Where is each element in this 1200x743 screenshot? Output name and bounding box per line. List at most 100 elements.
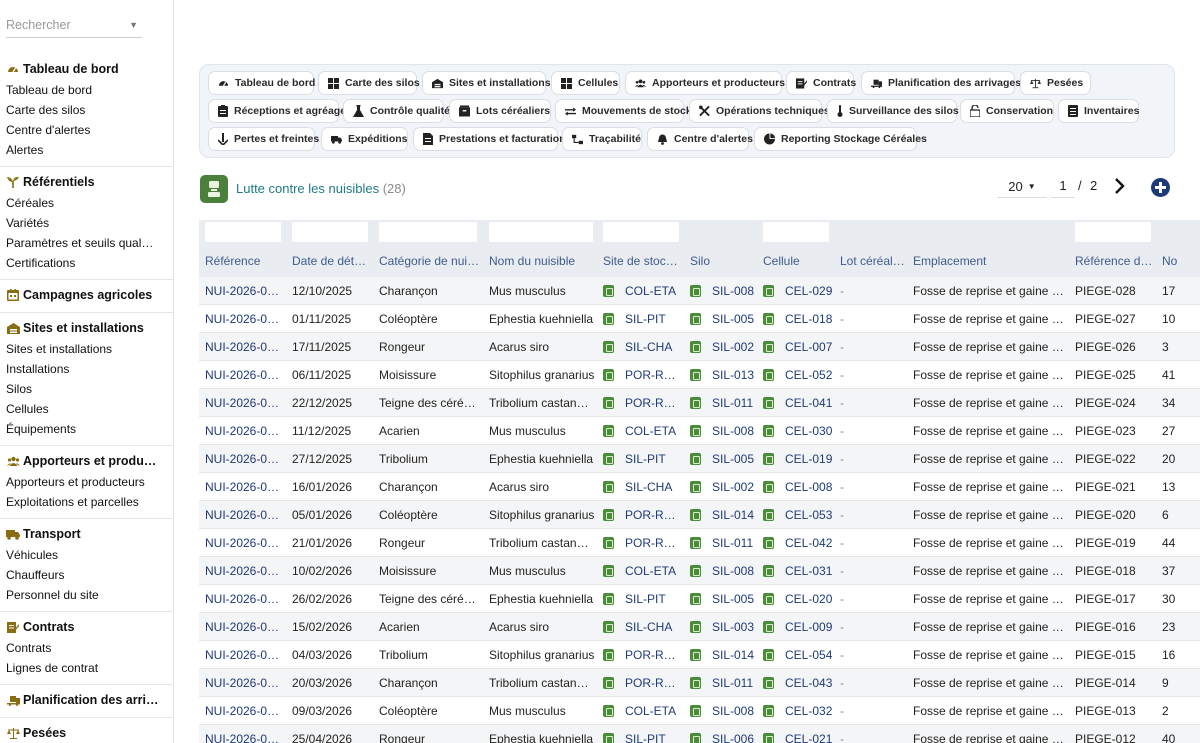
table-cell[interactable]: SIL-PIT (625, 312, 681, 326)
nav-group-header[interactable]: Sites et installations (0, 317, 173, 339)
column-filter-input[interactable] (205, 222, 281, 242)
nav-group-header[interactable]: Contrats (0, 616, 173, 638)
table-cell[interactable]: CEL-043 (785, 676, 833, 690)
table-cell[interactable]: CEL-018 (785, 312, 833, 326)
sidebar-item[interactable]: Personnel du site (0, 585, 173, 605)
sidebar-item[interactable]: Véhicules (0, 545, 173, 565)
column-filter-input[interactable] (1075, 222, 1151, 242)
sidebar-item[interactable]: Paramètres et seuils qual… (0, 233, 173, 253)
table-cell[interactable]: SIL-008 (712, 284, 756, 298)
table-cell[interactable]: CEL-029 (785, 284, 833, 298)
table-cell[interactable]: NUI-2026-0019 (205, 536, 285, 550)
table-cell[interactable]: NUI-2026-0023 (205, 424, 285, 438)
module-tab[interactable]: Surveillance des silos (827, 99, 959, 123)
nav-group-header[interactable]: Planification des arri… (0, 689, 173, 711)
table-cell[interactable]: CEL-054 (785, 648, 833, 662)
module-tab[interactable]: Carte des silos (318, 71, 420, 95)
module-tab[interactable]: Opérations techniques (689, 99, 830, 123)
nav-group-header[interactable]: Référentiels (0, 171, 173, 193)
column-filter-input[interactable] (603, 222, 679, 242)
table-cell[interactable]: POR-ROU (625, 508, 681, 522)
sidebar-item[interactable]: Variétés (0, 213, 173, 233)
table-cell[interactable]: COL-ETA (625, 564, 681, 578)
table-cell[interactable]: COL-ETA (625, 424, 681, 438)
page-size-select[interactable]: 20 ▼ (997, 176, 1047, 198)
table-cell[interactable]: SIL-CHA (625, 480, 681, 494)
table-cell[interactable]: POR-ROU (625, 676, 681, 690)
module-tab[interactable]: Cellules (551, 71, 620, 95)
table-cell[interactable]: CEL-052 (785, 368, 833, 382)
module-tab[interactable]: Reporting Stockage Céréales (754, 127, 927, 151)
sidebar-item[interactable]: Chauffeurs (0, 565, 173, 585)
table-cell[interactable]: CEL-020 (785, 592, 833, 606)
module-tab[interactable]: Sites et installations (422, 71, 551, 95)
column-filter-input[interactable] (292, 222, 368, 242)
table-cell[interactable]: NUI-2026-0014 (205, 676, 285, 690)
next-page-button[interactable] (1112, 176, 1128, 196)
table-cell[interactable]: CEL-007 (785, 340, 833, 354)
table-cell[interactable]: SIL-006 (712, 732, 756, 743)
page-number-input[interactable]: 1 (1051, 176, 1075, 198)
sidebar-item[interactable]: Tableau de bord (0, 80, 173, 100)
nav-group-header[interactable]: Transport (0, 523, 173, 545)
table-cell[interactable]: SIL-011 (712, 676, 756, 690)
column-header[interactable]: No (1162, 254, 1200, 268)
column-header[interactable]: Lot céréalier (840, 254, 906, 268)
table-row[interactable]: NUI-2026-0012 25/04/2026 Rongeur Ephestia k… (199, 725, 1200, 743)
module-tab[interactable]: Pesées (1020, 71, 1091, 95)
sidebar-item[interactable]: Centre d'alertes (0, 120, 173, 140)
table-cell[interactable]: SIL-011 (712, 536, 756, 550)
nav-group-header[interactable]: Pesées (0, 722, 173, 743)
column-header[interactable]: Site de stock… (603, 254, 681, 268)
table-cell[interactable]: CEL-053 (785, 508, 833, 522)
table-cell[interactable]: NUI-2026-0025 (205, 368, 285, 382)
column-header[interactable]: Catégorie de nuis… (379, 254, 482, 268)
table-cell[interactable]: SIL-014 (712, 508, 756, 522)
table-cell[interactable]: CEL-032 (785, 704, 833, 718)
chevron-down-icon[interactable]: ▼ (129, 20, 138, 30)
sidebar-item[interactable]: Carte des silos (0, 100, 173, 120)
table-cell[interactable]: SIL-CHA (625, 620, 681, 634)
table-cell[interactable]: CEL-019 (785, 452, 833, 466)
sidebar-item[interactable]: Apporteurs et producteurs (0, 472, 173, 492)
table-row[interactable]: NUI-2026-0023 11/12/2025 Acarien Mus muscul… (199, 417, 1200, 445)
module-tab[interactable]: Centre d'alertes (647, 127, 753, 151)
table-row[interactable]: NUI-2026-0019 21/01/2026 Rongeur Tribolium … (199, 529, 1200, 557)
table-cell[interactable]: SIL-005 (712, 592, 756, 606)
column-filter-input[interactable] (763, 222, 829, 242)
table-cell[interactable]: SIL-002 (712, 480, 756, 494)
sidebar-item[interactable]: Installations (0, 359, 173, 379)
table-cell[interactable]: SIL-003 (712, 620, 756, 634)
nav-group-header[interactable]: Tableau de bord (0, 58, 173, 80)
sidebar-item[interactable]: Sites et installations (0, 339, 173, 359)
nav-group-header[interactable]: Apporteurs et produ… (0, 450, 173, 472)
table-cell[interactable]: POR-ROU (625, 536, 681, 550)
sidebar-item[interactable]: Certifications (0, 253, 173, 273)
module-tab[interactable]: Réceptions et agréage (208, 99, 346, 123)
column-header[interactable]: Cellule (763, 254, 833, 268)
column-header[interactable]: Référence (205, 254, 285, 268)
table-cell[interactable]: NUI-2026-0022 (205, 452, 285, 466)
sidebar-item[interactable]: Alertes (0, 140, 173, 160)
module-tab[interactable]: Inventaires (1058, 99, 1139, 123)
column-header[interactable]: Date de déte… (292, 254, 372, 268)
table-cell[interactable]: NUI-2026-0024 (205, 396, 285, 410)
module-tab[interactable]: Tableau de bord (208, 71, 315, 95)
table-row[interactable]: NUI-2026-0027 01/11/2025 Coléoptère Ephesti… (199, 305, 1200, 333)
column-filter-input[interactable] (489, 222, 593, 242)
module-tab[interactable]: Apporteurs et producteurs (625, 71, 785, 95)
table-cell[interactable]: NUI-2026-0018 (205, 564, 285, 578)
sidebar-item[interactable]: Exploitations et parcelles (0, 492, 173, 512)
module-tab[interactable]: Planification des arrivages (861, 71, 1021, 95)
table-row[interactable]: NUI-2026-0025 06/11/2025 Moisissure Sitophi… (199, 361, 1200, 389)
table-row[interactable]: NUI-2026-0028 12/10/2025 Charançon Mus musc… (199, 277, 1200, 305)
table-cell[interactable]: POR-ROU (625, 396, 681, 410)
table-cell[interactable]: SIL-002 (712, 340, 756, 354)
table-cell[interactable]: NUI-2026-0028 (205, 284, 285, 298)
table-cell[interactable]: SIL-005 (712, 312, 756, 326)
table-cell[interactable]: CEL-041 (785, 396, 833, 410)
module-tab[interactable]: Lots céréaliers (449, 99, 551, 123)
search-box[interactable]: ▼ (6, 14, 142, 38)
table-row[interactable]: NUI-2026-0017 26/02/2026 Teigne des céréal… (199, 585, 1200, 613)
module-tab[interactable]: Prestations et facturation (413, 127, 566, 151)
